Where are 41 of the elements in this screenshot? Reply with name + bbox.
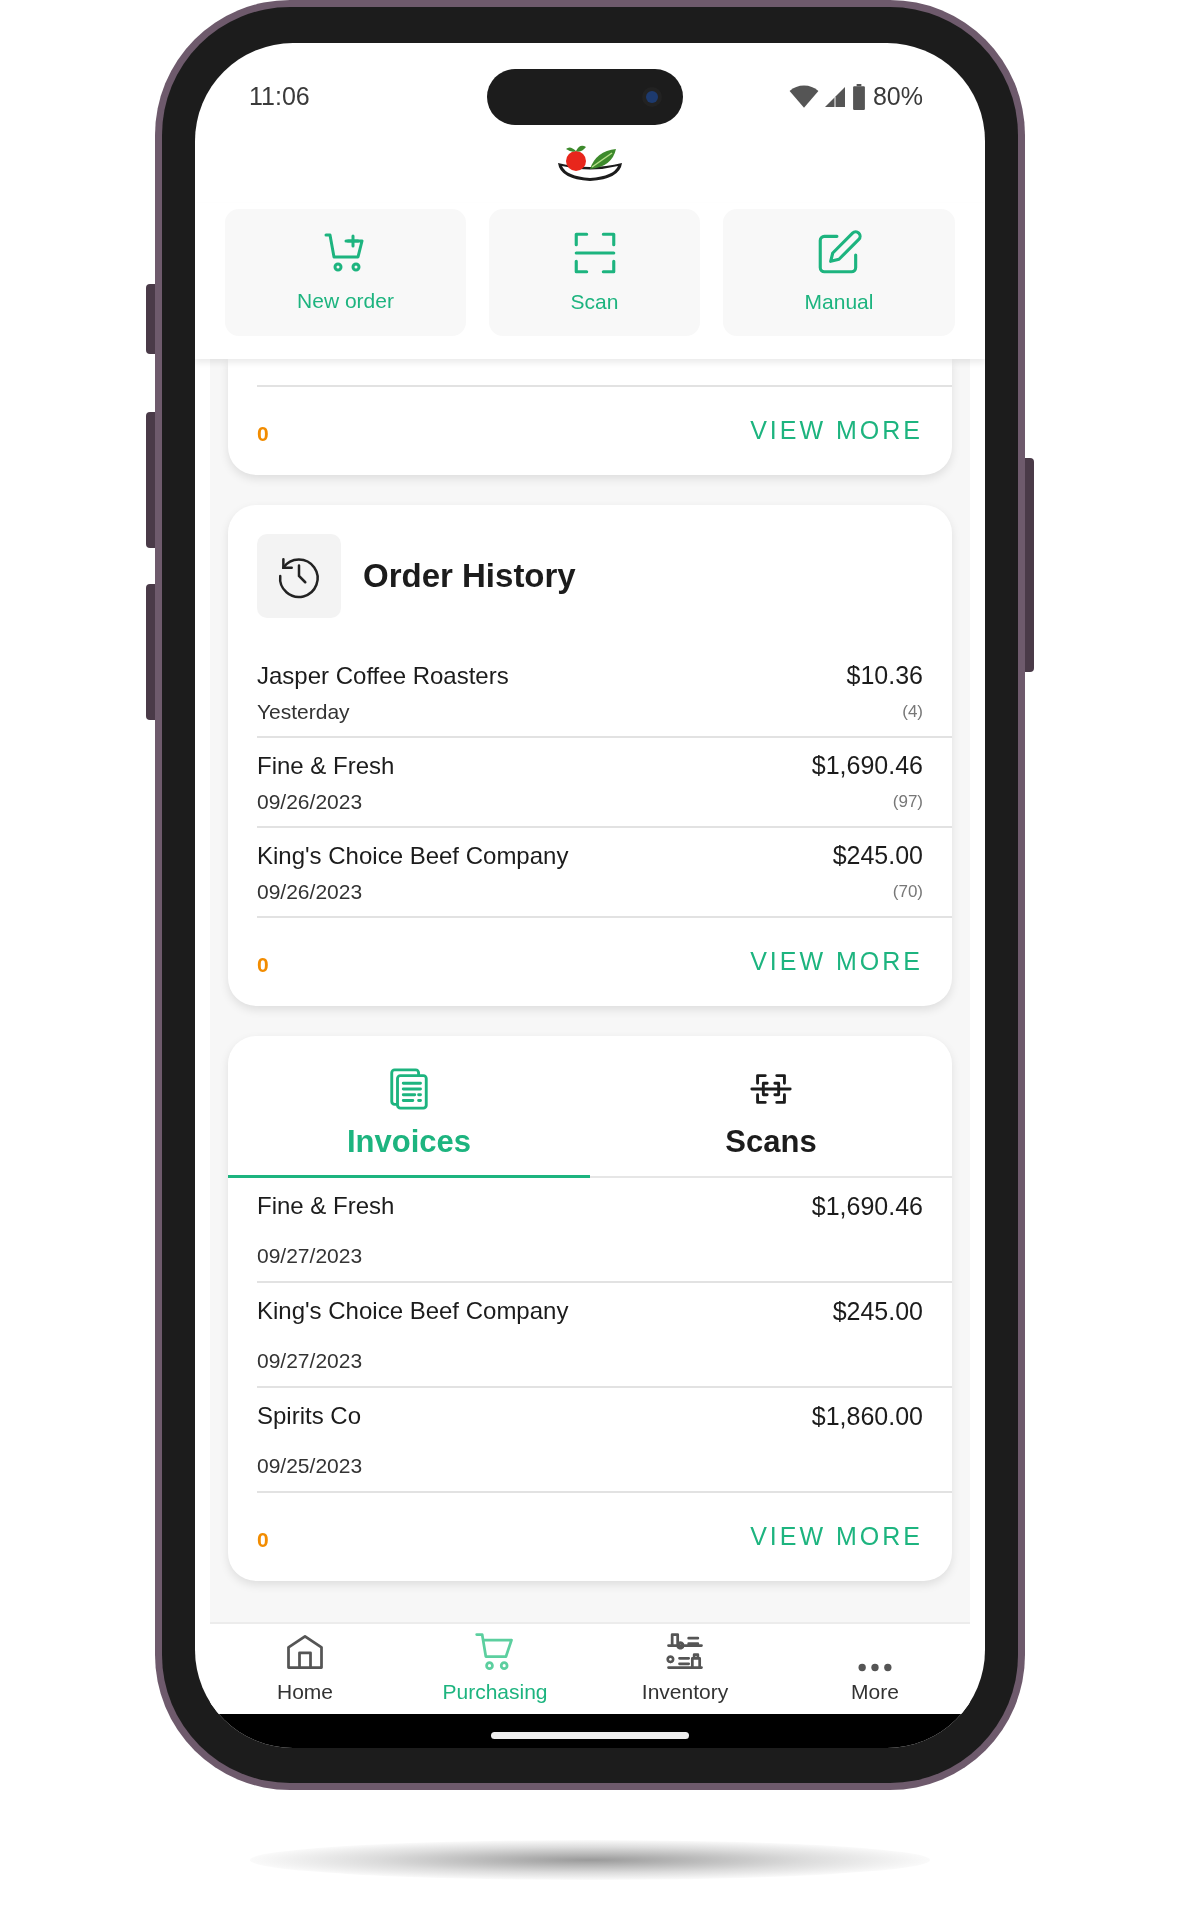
order-date: 09/26/2023 [257, 789, 363, 815]
vendor-name: Jasper Coffee Roasters [257, 661, 509, 691]
item-count: (97) [892, 791, 923, 813]
invoice-row[interactable]: Spirits Co $1,860.00 09/25/2023 [257, 1388, 952, 1493]
invoice-date: 09/25/2023 [257, 1452, 363, 1479]
order-row[interactable]: Jasper Coffee Roasters $10.36 Yesterday (4) [257, 648, 952, 738]
history-icon [257, 534, 341, 618]
invoice-amount: $1,860.00 [811, 1401, 923, 1432]
wifi-icon [788, 85, 819, 109]
vendor-name: King's Choice Beef Company [257, 841, 569, 871]
count-label: 0 [257, 952, 269, 979]
order-date: Yesterday [257, 699, 350, 725]
battery-icon [850, 84, 867, 110]
order-row[interactable]: King's Choice Beef Company $245.00 09/26/2023 (70) [257, 828, 952, 918]
count-label: 0 [257, 421, 269, 448]
order-date: 09/26/2023 [257, 879, 363, 905]
order-amount: $245.00 [832, 839, 923, 871]
status-time: 11:06 [249, 81, 310, 113]
vendor-name: Spirits Co [257, 1401, 362, 1431]
invoice-amount: $1,690.46 [811, 1191, 923, 1222]
count-label: 0 [257, 1527, 269, 1554]
invoice-date: 09/27/2023 [257, 1242, 363, 1269]
vendor-name: Fine & Fresh [257, 751, 395, 781]
battery-percent: 80% [872, 81, 923, 113]
nav-tab[interactable]: Inventory [590, 1624, 780, 1714]
tab[interactable]: Scans [590, 1036, 952, 1178]
invoice-date: 09/27/2023 [257, 1347, 363, 1374]
vendor-name: King's Choice Beef Company [257, 1296, 569, 1326]
invoice-amount: $245.00 [832, 1296, 923, 1327]
invoice-row[interactable]: Fine & Fresh $1,690.46 09/27/2023 [257, 1178, 952, 1283]
camera-lens [641, 86, 663, 108]
item-count: (4) [902, 701, 923, 723]
vendor-name: Fine & Fresh [257, 1191, 395, 1221]
nav-tab[interactable]: Home [210, 1624, 400, 1714]
order-amount: $1,690.46 [811, 749, 923, 781]
invoice-row[interactable]: King's Choice Beef Company $245.00 09/27/2023 [257, 1283, 952, 1388]
order-row[interactable]: Fine & Fresh $1,690.46 09/26/2023 (97) [257, 738, 952, 828]
order-amount: $10.36 [846, 659, 923, 691]
nav-tab[interactable]: More [780, 1624, 970, 1714]
item-count: (70) [892, 881, 923, 903]
card-title: Order History [363, 556, 576, 597]
